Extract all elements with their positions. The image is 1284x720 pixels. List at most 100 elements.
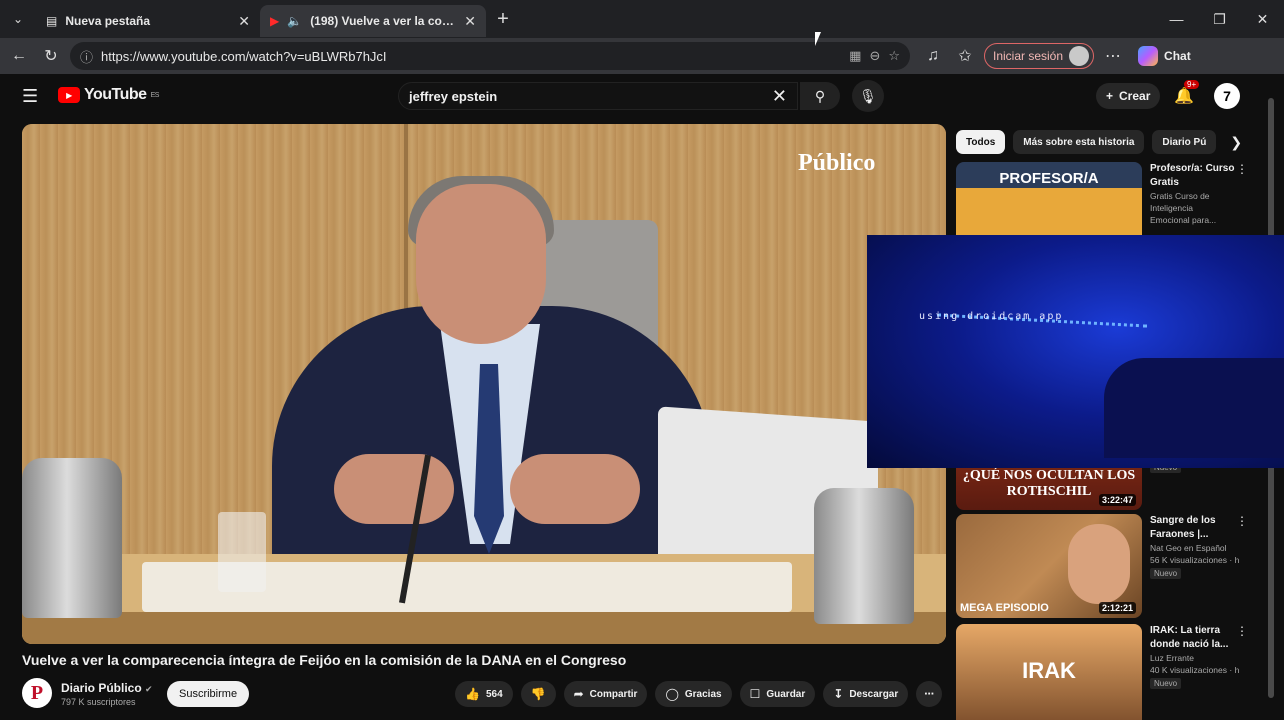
close-tab-icon[interactable]: ✕	[464, 13, 476, 30]
thumbnail-text: PROFESOR/A	[999, 170, 1099, 187]
more-actions-icon[interactable]: ⋯	[916, 681, 943, 707]
favorite-star-icon[interactable]: ☆	[888, 48, 900, 64]
channel-watermark: Público	[798, 150, 876, 176]
ad-description-line: Emocional para...	[1150, 215, 1217, 225]
search-query[interactable]: jeffrey epstein	[409, 89, 772, 104]
channel-name[interactable]: Luz Errante	[1150, 652, 1256, 664]
download-button[interactable]: ↧ Descargar	[823, 681, 909, 707]
app-available-icon[interactable]: ▦	[849, 48, 861, 64]
chip-all[interactable]: Todos	[956, 130, 1006, 154]
voice-search-icon[interactable]: 🎙	[852, 80, 884, 112]
mouse-cursor-icon	[815, 32, 821, 46]
tab-youtube-video[interactable]: ▶ 🔈 (198) Vuelve a ver la compare ✕	[260, 5, 486, 37]
like-button[interactable]: 👍 564	[455, 681, 513, 707]
close-tab-icon[interactable]: ✕	[238, 13, 250, 30]
presenter-face	[1068, 524, 1130, 604]
room-bed	[1104, 358, 1284, 458]
video-thumbnail[interactable]: MEGA EPISODIO 2:12:21	[956, 514, 1142, 618]
save-button[interactable]: ☐ Guardar	[739, 681, 816, 707]
create-label: Crear	[1119, 89, 1151, 103]
share-label: Compartir	[589, 688, 638, 700]
like-count: 564	[485, 688, 503, 700]
tab-new-tab[interactable]: ▤ Nueva pestaña ✕	[36, 5, 260, 37]
share-arrow-icon: ➦	[573, 687, 584, 701]
chip-channel[interactable]: Diario Pú	[1152, 130, 1217, 154]
clear-search-icon[interactable]: ✕	[772, 86, 787, 107]
video-title: Vuelve a ver la comparecencia íntegra de…	[22, 652, 627, 668]
overlay-caption: using droidcam app	[919, 311, 1064, 322]
new-tab-button[interactable]: +	[486, 8, 520, 31]
recommendation-item[interactable]: IRAK IRAK: La tierra donde nació la... L…	[956, 624, 1256, 720]
new-badge: Nuevo	[1150, 568, 1182, 579]
close-window-icon[interactable]: ✕	[1241, 0, 1284, 38]
thanks-label: Gracias	[684, 688, 722, 700]
ad-description-line: Inteligencia	[1150, 203, 1194, 213]
thanks-button[interactable]: ◯ Gracias	[655, 681, 732, 707]
more-vert-icon[interactable]: ⋮	[1236, 624, 1248, 638]
video-player[interactable]: Público	[22, 124, 946, 644]
copilot-chat-button[interactable]: Chat	[1132, 46, 1191, 66]
copilot-icon	[1138, 46, 1159, 66]
speaker-head	[416, 184, 546, 344]
video-thumbnail[interactable]: IRAK	[956, 624, 1142, 720]
recommendation-item[interactable]: MEGA EPISODIO 2:12:21 Sangre de los Fara…	[956, 514, 1256, 618]
search-input[interactable]: jeffrey epstein ✕	[398, 82, 798, 110]
tab-actions-chevron-icon[interactable]: ⌄	[0, 0, 36, 38]
plus-icon: +	[1106, 89, 1114, 103]
chip-more-story[interactable]: Más sobre esta historia	[1013, 130, 1145, 154]
logo-region: ES	[150, 91, 160, 99]
thermos-right	[814, 488, 914, 624]
zoom-icon[interactable]: ⊖	[869, 48, 880, 64]
address-toolbar: ← ↻ ⓘ https://www.youtube.com/watch?v=uB…	[0, 38, 1284, 74]
channel-name[interactable]: Nat Geo en Español	[1150, 542, 1256, 554]
more-vert-icon[interactable]: ⋮	[1236, 514, 1248, 528]
url-text[interactable]: https://www.youtube.com/watch?v=uBLWRb7h…	[101, 49, 841, 64]
subscribe-button[interactable]: Suscribirme	[167, 681, 250, 707]
logo-text: YouTube	[84, 86, 147, 103]
more-menu-icon[interactable]: ⋯	[1100, 43, 1126, 69]
audio-playing-icon[interactable]: 🔈	[287, 14, 302, 28]
page-icon: ▤	[46, 14, 58, 28]
back-arrow-icon[interactable]: ←	[6, 43, 32, 69]
media-control-icon[interactable]: ♫	[920, 43, 946, 69]
super-thanks-icon: ◯	[665, 687, 679, 701]
new-badge: Nuevo	[1150, 678, 1182, 689]
chevron-right-icon[interactable]: ❯	[1230, 134, 1242, 151]
download-icon: ↧	[833, 687, 844, 701]
youtube-header: ☰ ▶ YouTube ES jeffrey epstein ✕ ⚲ 🎙 + C…	[0, 74, 1284, 118]
address-bar[interactable]: ⓘ https://www.youtube.com/watch?v=uBLWRb…	[70, 42, 910, 70]
view-count: 40 K visualizaciones · h	[1150, 665, 1240, 675]
window-controls: — ❐ ✕	[1155, 0, 1284, 38]
favorites-icon[interactable]: ✩	[952, 43, 978, 69]
download-label: Descargar	[849, 688, 899, 700]
minimize-icon[interactable]: —	[1155, 0, 1198, 38]
tab-title: Nueva pestaña	[65, 14, 151, 28]
share-button[interactable]: ➦ Compartir	[563, 681, 648, 707]
youtube-play-icon: ▶	[58, 87, 80, 103]
video-duration: 3:22:47	[1098, 494, 1136, 506]
dislike-button[interactable]: 👎	[520, 681, 556, 707]
hamburger-menu-icon[interactable]: ☰	[22, 86, 38, 107]
create-button[interactable]: + Crear	[1096, 83, 1161, 109]
more-vert-icon[interactable]: ⋮	[1236, 162, 1248, 176]
thumbs-down-icon: 👎	[530, 687, 546, 701]
search-icon[interactable]: ⚲	[800, 82, 840, 110]
verified-icon: ✔	[145, 684, 153, 694]
restore-icon[interactable]: ❐	[1198, 0, 1241, 38]
bookmark-icon: ☐	[749, 687, 761, 701]
site-info-icon[interactable]: ⓘ	[80, 47, 93, 66]
video-duration: 2:12:21	[1098, 602, 1136, 614]
notifications-bell-icon[interactable]: 🔔 9+	[1174, 80, 1200, 106]
channel-name[interactable]: Diario Público ✔	[61, 681, 153, 695]
reload-icon[interactable]: ↻	[38, 43, 64, 69]
thumbnail-text: IRAK	[1022, 658, 1076, 683]
account-avatar[interactable]: 7	[1214, 83, 1240, 109]
save-label: Guardar	[766, 688, 806, 700]
sign-in-label: Iniciar sesión	[993, 49, 1064, 63]
youtube-logo[interactable]: ▶ YouTube ES	[58, 86, 159, 104]
speaker-hand-left	[334, 454, 454, 524]
thumbs-up-icon: 👍	[465, 687, 480, 701]
tab-title: (198) Vuelve a ver la compare	[310, 14, 456, 28]
channel-avatar[interactable]: P	[22, 678, 52, 708]
sign-in-button[interactable]: Iniciar sesión	[984, 43, 1095, 69]
